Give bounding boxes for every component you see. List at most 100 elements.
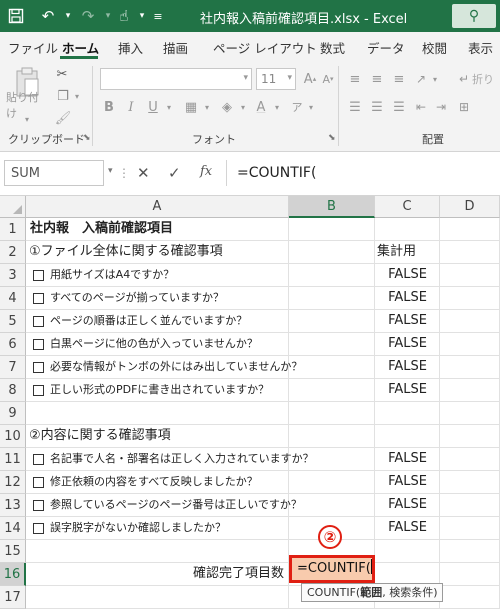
tab-data[interactable]: データ xyxy=(367,38,405,57)
row-header[interactable]: 6 xyxy=(0,333,26,356)
tooltip-current-argument[interactable]: 範囲 xyxy=(360,586,382,599)
tab-insert[interactable]: 挿入 xyxy=(118,38,143,57)
font-name-dropdown-icon[interactable]: ▾ xyxy=(243,73,248,83)
cell-b[interactable] xyxy=(289,287,375,310)
align-left-icon[interactable]: ☰ xyxy=(346,98,364,116)
checkbox[interactable] xyxy=(33,454,44,465)
wrap-text-label[interactable]: 折り xyxy=(472,70,500,88)
tab-page-layout[interactable]: ページ レイアウト xyxy=(213,38,317,57)
column-header-d[interactable]: D xyxy=(440,196,500,218)
borders-icon[interactable]: ▦ xyxy=(182,98,200,116)
cell-b[interactable] xyxy=(289,448,375,471)
cell-d[interactable] xyxy=(440,494,500,517)
phonetic-icon[interactable]: ア xyxy=(288,98,306,116)
select-all-corner[interactable] xyxy=(0,196,26,218)
fill-color-icon[interactable]: ◈ xyxy=(218,98,236,116)
customize-toolbar-icon[interactable]: ≡ xyxy=(148,6,168,26)
cell-d[interactable] xyxy=(440,448,500,471)
checkbox[interactable] xyxy=(33,293,44,304)
cell-c[interactable] xyxy=(375,540,440,563)
align-middle-icon[interactable]: ≡ xyxy=(368,70,386,88)
increase-indent-icon[interactable]: ⇥ xyxy=(432,98,450,116)
touch-mode-icon[interactable]: ☝ xyxy=(114,6,134,26)
row-header[interactable]: 10 xyxy=(0,425,26,448)
cell-a[interactable] xyxy=(26,586,289,609)
row-header[interactable]: 8 xyxy=(0,379,26,402)
row-header[interactable]: 12 xyxy=(0,471,26,494)
tab-home[interactable]: ホーム xyxy=(62,38,99,57)
cell-b[interactable] xyxy=(289,264,375,287)
row-header[interactable]: 13 xyxy=(0,494,26,517)
cell-b[interactable] xyxy=(289,333,375,356)
checkbox[interactable] xyxy=(33,385,44,396)
confirm-entry-icon[interactable]: ✓ xyxy=(168,164,181,182)
cell-a[interactable]: 名記事で人名・部署名は正しく入力されていますか？ xyxy=(26,448,314,471)
tab-view[interactable]: 表示 xyxy=(468,38,493,57)
cell-a[interactable]: 参照しているページのページ番号は正しいですか？ xyxy=(26,494,302,517)
cell-d[interactable] xyxy=(440,517,500,540)
row-header[interactable]: 17 xyxy=(0,586,26,609)
increase-font-icon[interactable]: A ▴ xyxy=(302,70,318,88)
cell-a[interactable]: 誤字脱字がないか確認しましたか？ xyxy=(26,517,289,540)
checkbox[interactable] xyxy=(33,477,44,488)
row-header[interactable]: 11 xyxy=(0,448,26,471)
column-header-a[interactable]: A xyxy=(26,196,289,218)
undo-icon[interactable]: ↶ xyxy=(38,6,58,26)
cell-a[interactable]: ページの順番は正しく並んでいますか？ xyxy=(26,310,289,333)
cell-c[interactable] xyxy=(375,218,440,241)
decrease-indent-icon[interactable]: ⇤ xyxy=(412,98,430,116)
row-header[interactable]: 16 xyxy=(0,563,26,586)
cell-c[interactable]: FALSE xyxy=(375,448,440,471)
cell-a[interactable]: すべてのページが揃っていますか？ xyxy=(26,287,289,310)
cell-b[interactable] xyxy=(289,471,375,494)
cell-d[interactable] xyxy=(440,563,500,586)
cell-d[interactable] xyxy=(440,471,500,494)
name-box[interactable]: SUM xyxy=(4,160,104,186)
cell-a[interactable] xyxy=(26,540,289,563)
checkbox[interactable] xyxy=(33,316,44,327)
orientation-icon[interactable]: ↗ xyxy=(412,70,430,88)
tab-review[interactable]: 校閲 xyxy=(422,38,447,57)
redo-icon[interactable]: ↷ xyxy=(78,6,98,26)
cell-a[interactable]: 用紙サイズはA4ですか？ xyxy=(26,264,289,287)
font-size-box[interactable]: 11 ▾ xyxy=(256,68,296,90)
row-header[interactable]: 14 xyxy=(0,517,26,540)
row-header[interactable]: 9 xyxy=(0,402,26,425)
cell-c[interactable]: FALSE xyxy=(375,287,440,310)
cell-d[interactable] xyxy=(440,379,500,402)
cell-c[interactable]: FALSE xyxy=(375,517,440,540)
font-color-icon[interactable]: A xyxy=(252,98,270,116)
bold-icon[interactable]: B xyxy=(100,98,118,116)
fill-color-dropdown-icon[interactable]: ▾ xyxy=(238,98,248,116)
cell-b[interactable] xyxy=(289,241,375,264)
cell-d[interactable] xyxy=(440,333,500,356)
cell-a[interactable]: 修正依頼の内容をすべて反映しましたか？ xyxy=(26,471,289,494)
cell-d[interactable] xyxy=(440,586,500,609)
cell-d[interactable] xyxy=(440,310,500,333)
cell-a[interactable]: 社内報 入稿前確認項目 xyxy=(26,218,289,241)
copy-icon[interactable]: ❐ xyxy=(54,88,72,104)
orientation-dropdown-icon[interactable]: ▾ xyxy=(430,70,440,88)
cell-c[interactable]: FALSE xyxy=(375,333,440,356)
cell-c[interactable] xyxy=(375,425,440,448)
cell-c[interactable]: FALSE xyxy=(375,471,440,494)
tab-draw[interactable]: 描画 xyxy=(163,38,188,57)
formula-input[interactable]: =COUNTIF( xyxy=(226,160,500,186)
function-argument-tooltip[interactable]: COUNTIF(範囲, 検索条件) xyxy=(301,583,443,602)
active-cell-b16[interactable]: =COUNTIF( xyxy=(289,555,375,583)
save-icon[interactable] xyxy=(6,6,26,26)
wrap-text-icon[interactable]: ↵ xyxy=(456,70,472,88)
cell-b[interactable] xyxy=(289,218,375,241)
align-right-icon[interactable]: ☰ xyxy=(390,98,408,116)
name-box-dropdown-icon[interactable]: ▾ xyxy=(108,166,113,176)
font-name-box[interactable]: ▾ xyxy=(100,68,252,90)
cell-b[interactable] xyxy=(289,356,375,379)
cell-d[interactable] xyxy=(440,287,500,310)
cell-d[interactable] xyxy=(440,264,500,287)
cell-a[interactable]: ②内容に関する確認事項 xyxy=(26,425,289,448)
borders-dropdown-icon[interactable]: ▾ xyxy=(202,98,212,116)
tab-file[interactable]: ファイル xyxy=(8,38,58,57)
cell-c[interactable]: FALSE xyxy=(375,310,440,333)
cell-a[interactable]: 白黒ページに他の色が入っていませんか？ xyxy=(26,333,289,356)
cell-c[interactable]: FALSE xyxy=(375,264,440,287)
